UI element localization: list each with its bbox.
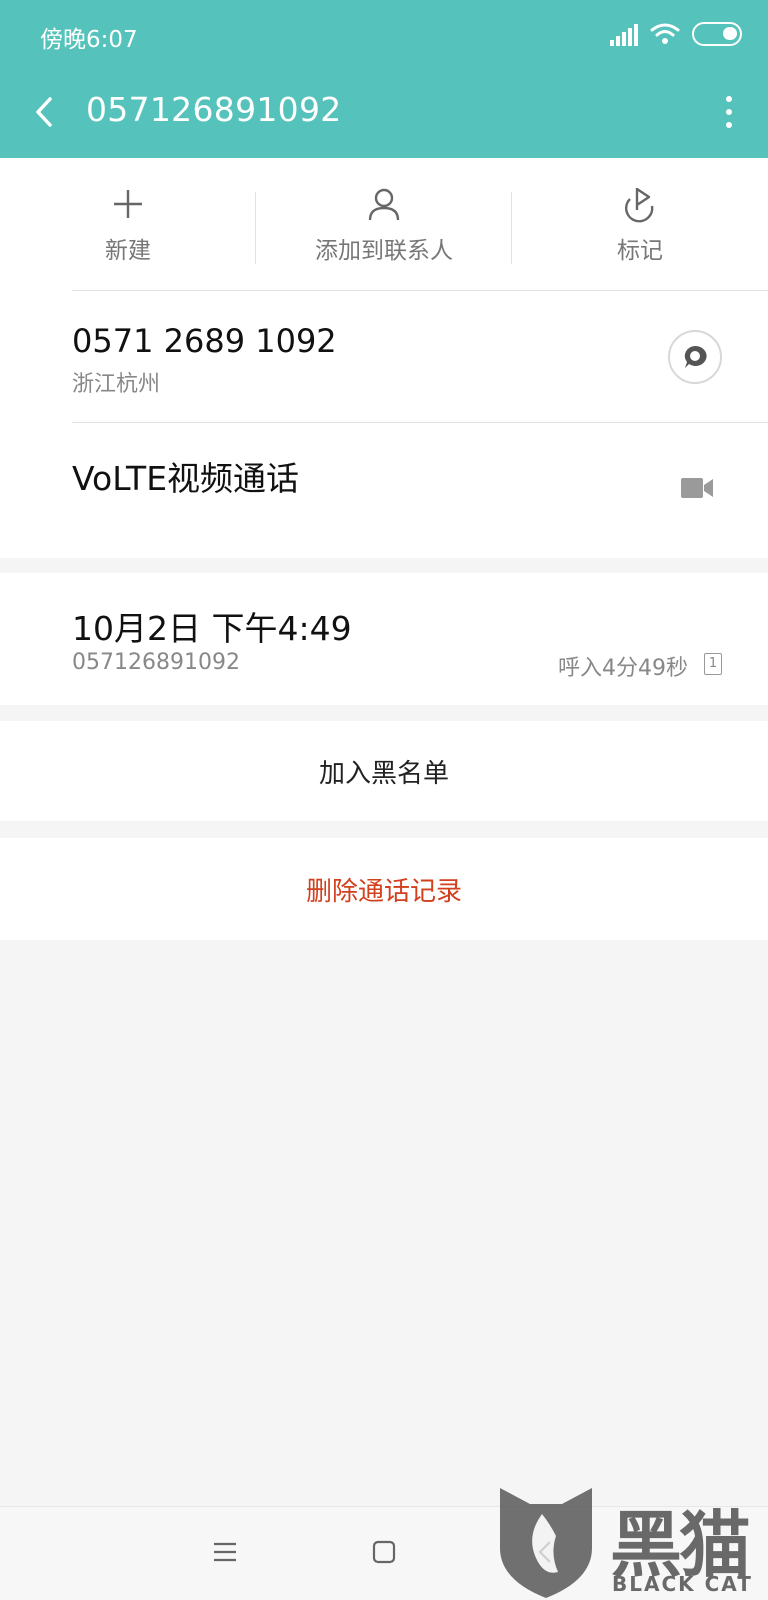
call-log-item[interactable]: 10月2日 下午4:49 057126891092 呼入4分49秒 1 <box>0 573 768 705</box>
menu-button[interactable] <box>200 1527 250 1577</box>
action-row: 新建 添加到联系人 标记 <box>0 158 768 290</box>
status-icons <box>610 20 742 48</box>
call-number: 057126891092 <box>72 650 240 675</box>
call-date: 10月2日 下午4:49 <box>72 609 352 648</box>
add-to-contacts-button[interactable]: 添加到联系人 <box>256 158 512 290</box>
number-location: 浙江杭州 <box>72 372 161 397</box>
send-message-button[interactable] <box>668 330 722 384</box>
person-icon <box>368 188 400 221</box>
add-to-contacts-label: 添加到联系人 <box>315 238 453 264</box>
divider <box>511 192 512 264</box>
contact-actions-card: 新建 添加到联系人 标记 0571 2689 1092 浙江杭州 VoLTE视频… <box>0 158 768 558</box>
video-camera-icon <box>681 478 713 498</box>
battery-icon <box>692 22 742 46</box>
black-cat-logo-icon <box>500 1488 592 1598</box>
plus-icon <box>114 190 142 218</box>
more-options-button[interactable] <box>716 92 742 132</box>
mark-label: 标记 <box>617 238 663 264</box>
video-call-label[interactable]: VoLTE视频通话 <box>72 452 299 500</box>
home-button[interactable] <box>359 1527 409 1577</box>
new-contact-label: 新建 <box>105 238 151 264</box>
back-button[interactable] <box>24 86 64 138</box>
signal-icon <box>610 22 638 46</box>
back-arrow-icon <box>36 97 52 127</box>
home-icon <box>372 1540 396 1564</box>
add-to-blacklist-button[interactable]: 加入黑名单 <box>0 721 768 821</box>
status-time: 傍晚6:07 <box>40 27 138 53</box>
sim-badge: 1 <box>704 653 722 675</box>
black-cat-watermark: 黑猫 BLACK CAT <box>496 1484 768 1600</box>
page-title: 057126891092 <box>86 90 342 129</box>
divider <box>72 422 768 423</box>
mark-button[interactable]: 标记 <box>512 158 768 290</box>
message-icon <box>684 345 707 368</box>
flag-icon <box>625 188 654 223</box>
menu-icon <box>214 1542 236 1562</box>
phone-number[interactable]: 0571 2689 1092 <box>72 322 337 360</box>
more-vertical-icon <box>726 96 732 102</box>
new-contact-button[interactable]: 新建 <box>0 158 256 290</box>
call-type-duration: 呼入4分49秒 <box>558 656 688 681</box>
divider <box>255 192 256 264</box>
app-header: 傍晚6:07 057126891092 <box>0 0 768 158</box>
divider <box>72 290 768 291</box>
wifi-icon <box>650 23 680 44</box>
delete-call-log-button[interactable]: 删除通话记录 <box>0 838 768 940</box>
video-call-button[interactable] <box>678 470 716 506</box>
watermark-subtext: BLACK CAT <box>612 1572 753 1596</box>
